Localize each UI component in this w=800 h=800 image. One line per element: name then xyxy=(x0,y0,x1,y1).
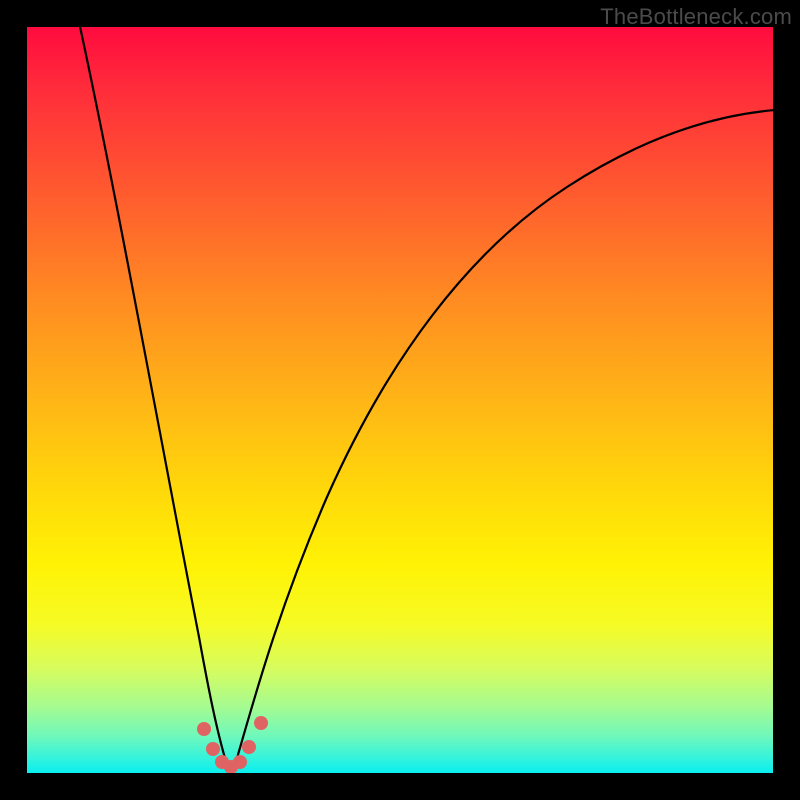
curve-marker-cluster xyxy=(197,716,268,773)
watermark-text: TheBottleneck.com xyxy=(600,4,792,30)
curve-marker xyxy=(242,740,256,754)
curve-marker xyxy=(224,760,238,773)
curve-marker xyxy=(233,755,247,769)
chart-plot-area xyxy=(27,27,773,773)
curve-marker xyxy=(254,716,268,730)
curve-marker xyxy=(215,755,229,769)
bottleneck-curve xyxy=(27,27,773,773)
curve-bottom-joint xyxy=(227,765,235,768)
curve-left-branch xyxy=(79,27,227,765)
curve-marker xyxy=(206,742,220,756)
curve-marker xyxy=(197,722,211,736)
curve-right-branch xyxy=(235,110,773,765)
